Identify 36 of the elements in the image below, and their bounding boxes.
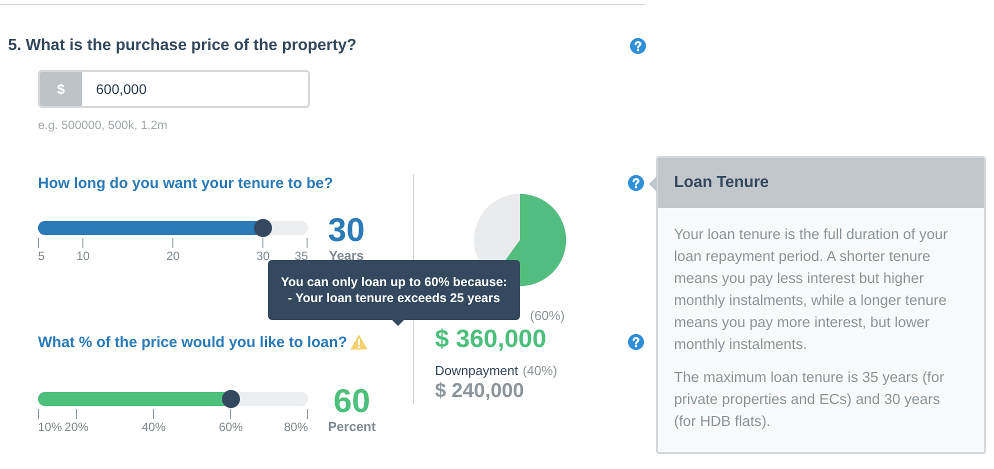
currency-prefix: $ bbox=[40, 72, 82, 106]
downpayment-amount: $ 240,000 bbox=[434, 380, 525, 403]
tick-label: 40% bbox=[142, 420, 166, 434]
tick-label: 10% bbox=[38, 420, 62, 434]
downpayment-label: Downpayment bbox=[435, 363, 518, 378]
loan-amount: $ 360,000 bbox=[434, 325, 548, 353]
popover-paragraph: The maximum loan tenure is 35 years (for private properties and ECs) and 30 years (for HDB flats). bbox=[674, 369, 946, 432]
slider-thumb[interactable] bbox=[222, 390, 240, 408]
popover-title: Loan Tenure bbox=[674, 174, 769, 192]
loan-share: (60%) bbox=[530, 308, 565, 323]
price-input[interactable]: $ 600,000 bbox=[38, 70, 310, 108]
tick-label: 20% bbox=[64, 420, 89, 434]
tick-label: 35 bbox=[294, 249, 308, 263]
tooltip-text: - Your loan tenure exceeds 25 years bbox=[288, 291, 500, 305]
help-icon[interactable] bbox=[628, 175, 644, 191]
question-label: How long do you want your tenure to be? bbox=[38, 174, 333, 192]
unit-label: Percent bbox=[328, 419, 376, 434]
slider-thumb[interactable] bbox=[254, 219, 272, 237]
question-title: 5. What is the purchase price of the property? bbox=[8, 37, 357, 55]
tick-label: 5 bbox=[38, 249, 45, 263]
input-hint: e.g. 500000, 500k, 1.2m bbox=[38, 118, 168, 132]
tick-label: 10 bbox=[76, 249, 90, 263]
tick-label: 20 bbox=[166, 249, 180, 263]
tick-label: 60% bbox=[218, 420, 243, 434]
help-icon[interactable] bbox=[628, 334, 644, 350]
tooltip-text: You can only loan up to 60% because: bbox=[280, 275, 508, 289]
help-icon[interactable] bbox=[630, 38, 646, 54]
input-value: 600,000 bbox=[95, 80, 147, 99]
slider-value: 60 bbox=[333, 383, 370, 419]
question-label: What % of the price would you like to loan? bbox=[38, 334, 348, 350]
popover-paragraph: Your loan tenure is the full duration of your loan repayment period. A shorter tenure means you pay less interest but higher monthly instalments, while a longer tenure means you pay more interest, but lower monthly instalments. bbox=[674, 226, 949, 355]
downpayment-share: (40%) bbox=[522, 363, 558, 378]
slider-value: 30 bbox=[328, 212, 365, 248]
tick-label: 80% bbox=[284, 420, 308, 434]
tick-label: 30 bbox=[256, 249, 270, 263]
unit-label: Years bbox=[329, 248, 364, 263]
